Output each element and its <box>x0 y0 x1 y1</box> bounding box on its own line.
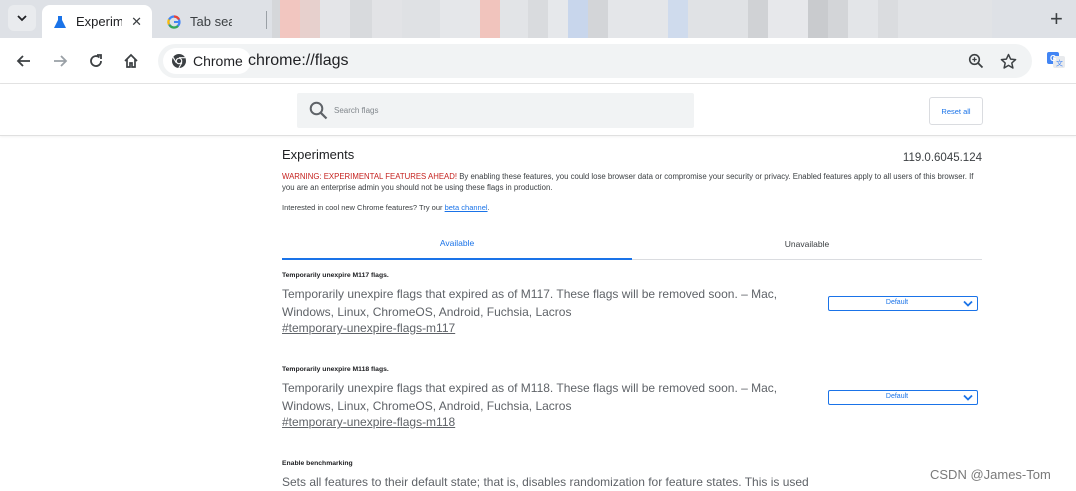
svg-text:文: 文 <box>1056 59 1063 68</box>
arrow-right-icon <box>54 55 68 67</box>
search-flags-box[interactable]: Search flags <box>297 93 694 128</box>
tab-strip: Experim ✕ Tab sea + <box>0 0 1076 38</box>
flag-name: Temporarily unexpire M117 flags. <box>282 272 389 279</box>
omnibox[interactable]: Chrome chrome://flags <box>158 44 1032 78</box>
watermark: CSDN @James-Tom <box>930 467 1051 482</box>
flag-link[interactable]: #temporary-unexpire-flags-m118 <box>282 415 982 429</box>
tab-available[interactable]: Available <box>282 228 632 260</box>
site-info-chip[interactable]: Chrome <box>163 48 251 74</box>
reset-all-button[interactable]: Reset all <box>929 97 983 125</box>
translate-extension-icon[interactable]: G 文 <box>1046 50 1066 70</box>
chip-label: Chrome <box>193 53 243 69</box>
flag-description: Temporarily unexpire flags that expired … <box>282 287 778 319</box>
flask-icon <box>52 14 68 30</box>
zoom-icon[interactable] <box>966 51 986 71</box>
interest-label: Interested in cool new Chrome features? … <box>282 203 445 212</box>
search-icon <box>309 101 328 120</box>
page-title: Experiments <box>282 147 355 162</box>
arrow-left-icon <box>16 55 30 67</box>
home-icon <box>124 53 138 68</box>
tab-separator <box>266 11 267 29</box>
warning-heading: WARNING: EXPERIMENTAL FEATURES AHEAD! <box>282 172 458 181</box>
beta-channel-link[interactable]: beta channel <box>445 203 488 212</box>
back-button[interactable] <box>10 47 38 75</box>
version-label: 119.0.6045.124 <box>902 152 982 164</box>
flag-item: Temporarily unexpire M117 flags. Tempora… <box>282 272 982 335</box>
flag-name: Temporarily unexpire M118 flags. <box>282 366 389 373</box>
flag-select[interactable]: Default <box>828 296 978 311</box>
toolbar: Chrome chrome://flags G 文 <box>0 38 1076 84</box>
flag-select[interactable]: Default <box>828 390 978 405</box>
interest-text: Interested in cool new Chrome features? … <box>282 203 490 212</box>
interest-end: . <box>487 203 490 212</box>
tab-experiments[interactable]: Experim ✕ <box>42 5 152 38</box>
reload-button[interactable] <box>82 47 110 75</box>
chevron-down-icon <box>17 15 27 22</box>
flag-description: Temporarily unexpire flags that expired … <box>282 381 778 413</box>
url-text[interactable]: chrome://flags <box>248 52 348 70</box>
chrome-icon <box>172 54 186 69</box>
tab-title: Tab sea <box>190 14 232 29</box>
flag-item: Enable benchmarking Sets all features to… <box>282 460 982 491</box>
bookmark-star-icon[interactable] <box>998 51 1018 71</box>
blurred-tabs <box>272 0 1042 38</box>
tab-search-button[interactable] <box>8 5 36 31</box>
warning-text: WARNING: EXPERIMENTAL FEATURES AHEAD! By… <box>282 171 982 193</box>
forward-button[interactable] <box>46 47 74 75</box>
flag-name: Enable benchmarking <box>282 460 353 467</box>
tab-title: Experim <box>76 14 122 29</box>
reload-icon <box>90 54 102 67</box>
search-input[interactable]: Search flags <box>334 106 378 115</box>
flag-link[interactable]: #temporary-unexpire-flags-m117 <box>282 321 982 335</box>
flag-description: Sets all features to their default state… <box>282 475 809 489</box>
home-button[interactable] <box>117 47 145 75</box>
chevron-down-icon <box>963 394 973 401</box>
flag-select-value: Default <box>885 299 909 306</box>
tab-unavailable[interactable]: Unavailable <box>632 228 982 259</box>
new-tab-button[interactable]: + <box>1050 6 1063 32</box>
flags-header: Search flags Reset all <box>0 84 1076 136</box>
flag-item: Temporarily unexpire M118 flags. Tempora… <box>282 366 982 429</box>
close-tab-icon[interactable]: ✕ <box>131 14 142 30</box>
flags-tabs: Available Unavailable <box>282 228 982 260</box>
tab-search[interactable]: Tab sea <box>156 5 256 38</box>
chevron-down-icon <box>963 300 973 307</box>
google-icon <box>166 14 182 30</box>
flag-select-value: Default <box>885 393 909 400</box>
